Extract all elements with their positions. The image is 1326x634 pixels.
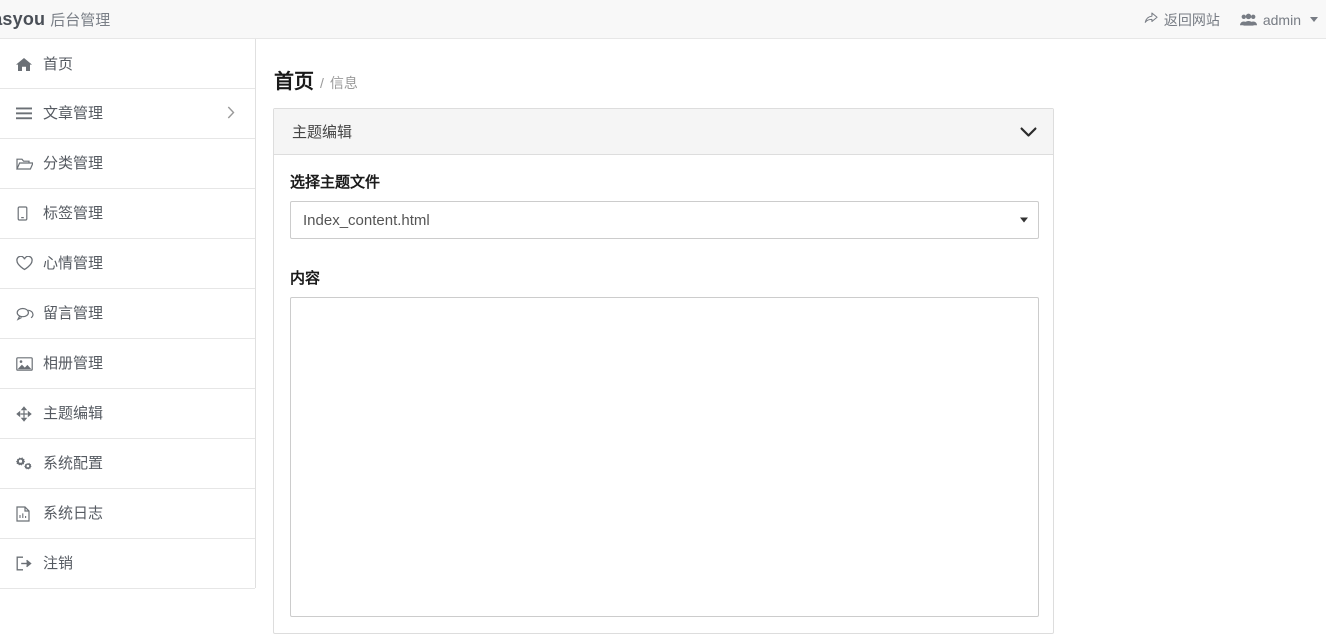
share-arrow-icon (1143, 12, 1158, 27)
sidebar-item-label: 分类管理 (43, 155, 104, 172)
brand-subtitle: 后台管理 (50, 12, 111, 29)
sidebar-item-label: 心情管理 (43, 255, 104, 272)
main-content: 首页 / 信息 主题编辑 选择主题文件 Index_content.html 内… (257, 39, 1326, 634)
sidebar-item-categories[interactable]: 分类管理 (0, 139, 255, 189)
move-arrows-icon (16, 405, 36, 422)
tag-icon (16, 206, 36, 221)
sidebar-item-articles[interactable]: 文章管理 (0, 89, 255, 139)
sidebar-item-label: 首页 (43, 55, 74, 73)
panel-title: 主题编辑 (292, 124, 353, 141)
comments-icon (16, 307, 36, 321)
caret-down-icon (1310, 17, 1318, 22)
page-title: 首页 (274, 71, 314, 93)
sidebar-item-comments[interactable]: 留言管理 (0, 289, 255, 339)
sidebar-item-label: 标签管理 (43, 205, 104, 222)
top-navbar: easyou后台管理 返回网站 admin (0, 0, 1326, 39)
sidebar-item-tags[interactable]: 标签管理 (0, 189, 255, 239)
sidebar-item-moods[interactable]: 心情管理 (0, 239, 255, 289)
folder-open-icon (16, 157, 36, 171)
sidebar-item-theme-editor[interactable]: 主题编辑 (0, 389, 255, 439)
sidebar-item-label: 留言管理 (43, 305, 104, 322)
sidebar-item-label: 系统配置 (43, 455, 104, 472)
breadcrumb-separator: / (320, 75, 324, 91)
theme-file-label: 选择主题文件 (290, 174, 381, 191)
user-menu-label: admin (1262, 11, 1301, 28)
users-icon (1239, 13, 1257, 27)
panel-body: 选择主题文件 Index_content.html 内容 (274, 155, 1053, 633)
theme-editor-panel: 主题编辑 选择主题文件 Index_content.html 内容 (273, 108, 1054, 634)
home-icon (16, 57, 36, 72)
sidebar-item-label: 文章管理 (43, 105, 104, 122)
chevron-right-icon (227, 106, 235, 122)
sidebar-item-albums[interactable]: 相册管理 (0, 339, 255, 389)
sign-out-icon (16, 556, 36, 571)
panel-header-toggle[interactable]: 主题编辑 (274, 109, 1053, 155)
bars-icon (16, 107, 36, 120)
brand-name: easyou (0, 9, 46, 29)
sidebar-item-home[interactable]: 首页 (0, 39, 255, 89)
file-chart-icon (16, 505, 36, 522)
chevron-down-icon[interactable] (1020, 123, 1037, 141)
brand-logo[interactable]: easyou后台管理 (0, 8, 110, 32)
sidebar-item-label: 系统日志 (43, 505, 104, 522)
heart-icon (16, 256, 36, 271)
back-to-site-link[interactable]: 返回网站 (1143, 10, 1220, 30)
content-textarea[interactable] (290, 297, 1039, 617)
sidebar: 首页 文章管理 分类管理 标签管理 心情管理 留言管理 相册管理 主题编辑 系统… (0, 39, 256, 589)
sidebar-item-label: 注销 (43, 555, 74, 572)
theme-file-select[interactable]: Index_content.html (290, 201, 1039, 239)
back-to-site-label: 返回网站 (1163, 11, 1220, 28)
image-icon (16, 356, 36, 371)
sidebar-item-label: 相册管理 (43, 355, 104, 372)
sidebar-item-system-log[interactable]: 系统日志 (0, 489, 255, 539)
breadcrumb-sub: 信息 (329, 75, 358, 91)
sidebar-item-system-config[interactable]: 系统配置 (0, 439, 255, 489)
theme-file-selected-value: Index_content.html (303, 211, 430, 229)
breadcrumb: 首页 / 信息 (274, 65, 358, 94)
cogs-icon (16, 456, 36, 471)
navbar-right-group: 返回网站 admin (1143, 0, 1318, 39)
content-label: 内容 (290, 270, 321, 287)
caret-down-icon (1020, 217, 1028, 223)
sidebar-item-label: 主题编辑 (43, 405, 104, 422)
sidebar-item-logout[interactable]: 注销 (0, 539, 255, 589)
user-menu[interactable]: admin (1239, 11, 1318, 28)
